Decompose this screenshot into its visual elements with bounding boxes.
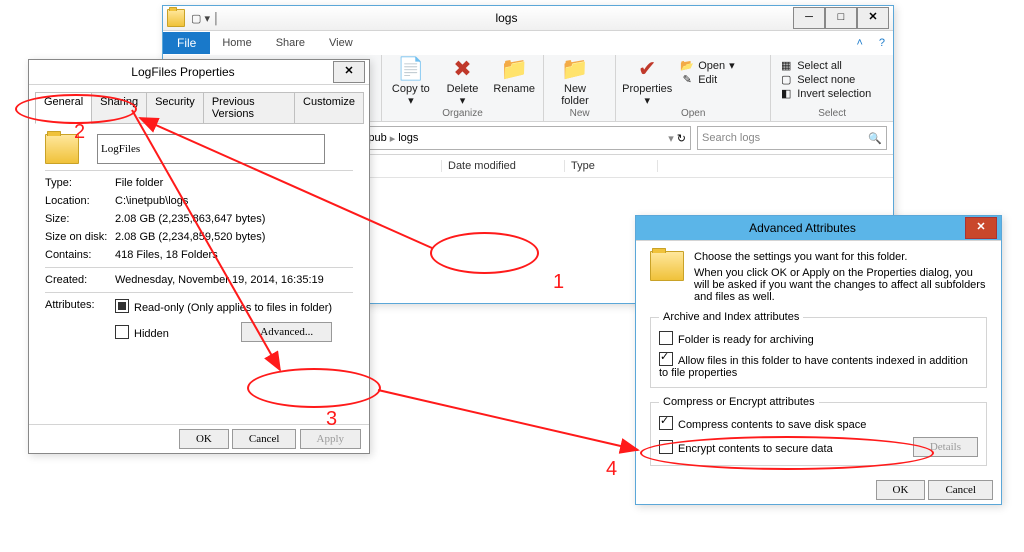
annotation-arrows xyxy=(0,0,1024,552)
